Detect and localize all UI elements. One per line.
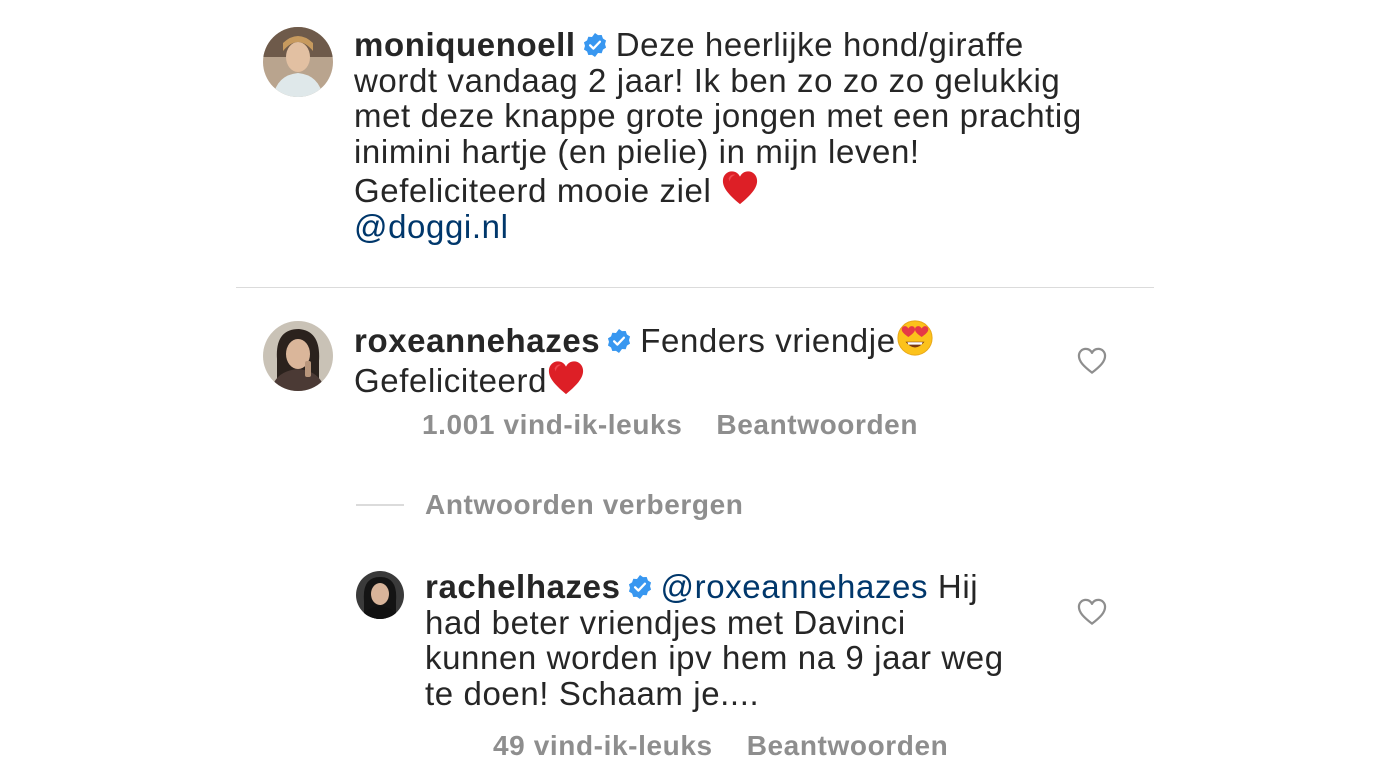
reply-mention-link[interactable]: @roxeannehazes [661,568,929,605]
comment-text-part1: Fenders vriendje [640,322,896,359]
avatar-rachelhazes[interactable] [356,571,404,619]
avatar-roxeannehazes[interactable] [263,321,333,391]
verified-badge-icon [627,574,653,600]
like-heart-icon[interactable] [1077,598,1107,626]
red-heart-icon [721,169,759,207]
verified-badge-icon [582,32,608,58]
caption-username[interactable]: moniquenoell [354,26,576,63]
heart-eyes-face-icon [896,319,934,357]
reply-meta-row: 49 vind-ik-leuks Beantwoorden [493,730,948,762]
caption-mention-link[interactable]: @doggi.nl [354,208,509,245]
reply-button[interactable]: Beantwoorden [747,730,949,761]
post-caption: moniquenoell Deze heerlijke hond/giraffe … [354,27,1114,244]
red-heart-icon [547,359,585,397]
verified-badge-icon [606,328,632,354]
reply-username[interactable]: rachelhazes [425,568,621,605]
comment-text-part2: Gefeliciteerd [354,361,548,399]
like-heart-icon[interactable] [1077,347,1107,375]
comment-roxeannehazes: roxeannehazes Fenders vriendje Gefelicite… [354,319,1044,398]
hide-replies-label: Antwoorden verbergen [425,489,744,520]
caption-divider [236,287,1154,288]
comment-meta-row: 1.001 vind-ik-leuks Beantwoorden [422,409,918,441]
hide-replies-button[interactable]: Antwoorden verbergen [356,488,743,522]
instagram-comments-view: moniquenoell Deze heerlijke hond/giraffe … [0,0,1390,782]
comment-username[interactable]: roxeannehazes [354,322,600,359]
reply-button[interactable]: Beantwoorden [716,409,918,440]
likes-count[interactable]: 1.001 vind-ik-leuks [422,409,682,440]
reply-rachelhazes: rachelhazes @roxeannehazes Hij had beter … [425,569,1025,711]
hide-replies-line [356,504,404,506]
avatar-moniquenoell[interactable] [263,27,333,97]
likes-count[interactable]: 49 vind-ik-leuks [493,730,713,761]
